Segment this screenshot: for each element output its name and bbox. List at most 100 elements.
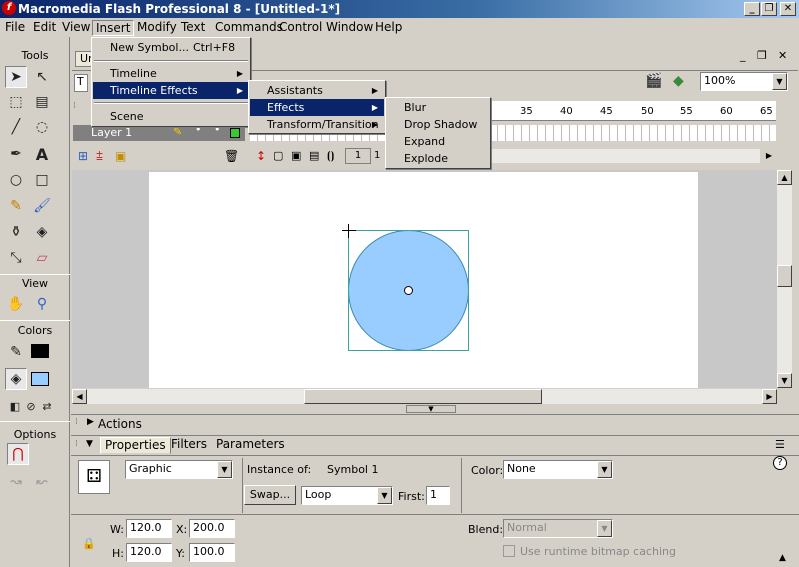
modify-onion-markers-icon[interactable]: ⦗⦘: [327, 149, 334, 163]
straighten-icon[interactable]: ↜: [31, 471, 53, 493]
panel-options-menu-icon[interactable]: ☰: [775, 438, 785, 451]
menu-insert[interactable]: Insert: [92, 20, 135, 36]
eyedropper-tool-icon[interactable]: ⤡: [5, 247, 27, 269]
menu-modify[interactable]: Modify: [134, 20, 180, 36]
edit-scene-icon[interactable]: 🎬: [645, 73, 662, 89]
scene-tab[interactable]: T: [74, 74, 88, 92]
chevron-down-icon[interactable]: ▼: [597, 461, 612, 478]
chevron-down-icon[interactable]: ▼: [217, 461, 232, 478]
grip-icon[interactable]: ⁞: [73, 101, 81, 117]
chevron-down-icon[interactable]: ▼: [772, 73, 787, 90]
insert-folder-icon[interactable]: ▣: [115, 149, 126, 163]
brush-tool-icon[interactable]: 🖌: [31, 195, 53, 217]
lasso-tool-icon[interactable]: ◌: [31, 116, 53, 138]
width-input[interactable]: 120.0: [126, 519, 172, 538]
menu-item-drop-shadow[interactable]: Drop Shadow: [387, 116, 489, 133]
menu-text[interactable]: Text: [178, 20, 208, 36]
menu-item-transform-transition[interactable]: Transform/Transition ▶: [250, 116, 384, 133]
grip-icon[interactable]: ⁞: [75, 439, 78, 449]
edit-multiple-frames-icon[interactable]: ▤: [309, 149, 319, 162]
pencil-tool-icon[interactable]: ✎: [5, 195, 27, 217]
actions-panel[interactable]: ⁞ ▶ Actions: [71, 414, 799, 433]
doc-restore-icon[interactable]: ❐: [757, 49, 767, 62]
color-effect-select[interactable]: None ▼: [503, 460, 613, 479]
swap-colors-icon[interactable]: ⇄: [36, 395, 58, 417]
gradient-transform-tool-icon[interactable]: ▤: [31, 91, 53, 113]
eraser-tool-icon[interactable]: ▱: [31, 247, 53, 269]
menu-commands[interactable]: Commands: [212, 20, 286, 36]
timeline-hscroll[interactable]: [490, 149, 760, 163]
menu-item-new-symbol[interactable]: New Symbol... Ctrl+F8: [93, 39, 249, 56]
smooth-icon[interactable]: ↝: [5, 471, 27, 493]
text-tool-icon[interactable]: A: [31, 143, 53, 165]
onion-skin-outlines-icon[interactable]: ▣: [291, 149, 301, 162]
close-button[interactable]: ✕: [780, 2, 796, 16]
height-input[interactable]: 120.0: [126, 543, 172, 562]
chevron-down-icon[interactable]: ▼: [597, 520, 612, 537]
lock-aspect-icon[interactable]: 🔒: [82, 537, 96, 550]
menu-item-timeline[interactable]: Timeline ▶: [93, 65, 249, 82]
grip-icon[interactable]: ⁞: [75, 417, 78, 427]
expand-arrow-icon[interactable]: ▶: [87, 417, 94, 427]
menu-item-explode[interactable]: Explode: [387, 150, 489, 167]
menu-item-scene[interactable]: Scene: [93, 108, 249, 125]
pen-tool-icon[interactable]: ✒: [5, 143, 27, 165]
zoom-tool-icon[interactable]: ⚲: [31, 293, 53, 315]
vscroll-thumb[interactable]: [777, 265, 792, 287]
stage-vscroll[interactable]: ▲ ▼: [777, 170, 792, 388]
zoom-field[interactable]: 100% ▼: [700, 72, 788, 91]
stage-hscroll[interactable]: ◀ ▶: [72, 389, 777, 404]
menu-item-blur[interactable]: Blur: [387, 99, 489, 116]
snap-to-objects-icon[interactable]: ⋂: [7, 443, 29, 465]
menu-view[interactable]: View: [59, 20, 93, 36]
expand-panel-icon[interactable]: ▲: [779, 553, 786, 563]
restore-button[interactable]: ❐: [761, 2, 777, 16]
ink-bottle-tool-icon[interactable]: ⚱: [5, 221, 27, 243]
menu-help[interactable]: Help: [372, 20, 405, 36]
scroll-right-icon[interactable]: ▶: [762, 389, 777, 404]
menu-control[interactable]: Control: [276, 20, 325, 36]
doc-minimize-icon[interactable]: _: [740, 49, 746, 62]
onion-skin-icon[interactable]: ▢: [273, 149, 283, 162]
menu-file[interactable]: File: [2, 20, 28, 36]
doc-close-icon[interactable]: ✕: [778, 49, 787, 62]
y-input[interactable]: 100.0: [189, 543, 235, 562]
layer-row[interactable]: Layer 1 ✎ • •: [73, 123, 245, 141]
subselection-tool-icon[interactable]: ↖: [31, 66, 53, 88]
free-transform-tool-icon[interactable]: ⬚: [5, 91, 27, 113]
add-motion-guide-icon[interactable]: ⩲: [96, 149, 103, 164]
tab-parameters[interactable]: Parameters: [212, 437, 289, 454]
menu-item-expand[interactable]: Expand: [387, 133, 489, 150]
delete-layer-icon[interactable]: 🗑: [224, 149, 239, 163]
menu-item-timeline-effects[interactable]: Timeline Effects ▶: [93, 82, 249, 99]
help-icon[interactable]: ?: [773, 456, 787, 470]
timeline-scroll-right-icon[interactable]: ▶: [762, 149, 776, 163]
scroll-down-icon[interactable]: ▼: [777, 373, 792, 388]
collapse-arrow-icon[interactable]: ▼: [86, 439, 93, 449]
stroke-color-swatch[interactable]: [31, 344, 49, 358]
minimize-button[interactable]: _: [744, 2, 760, 16]
tab-properties[interactable]: Properties: [100, 437, 171, 454]
fill-color-swatch[interactable]: [31, 372, 49, 386]
symbol-behavior-select[interactable]: Graphic ▼: [125, 460, 233, 479]
hscroll-thumb[interactable]: [304, 389, 542, 404]
menu-window[interactable]: Window: [323, 20, 376, 36]
oval-tool-icon[interactable]: ○: [5, 169, 27, 191]
panel-collapse-icon[interactable]: ▼: [406, 405, 456, 413]
scroll-up-icon[interactable]: ▲: [777, 170, 792, 185]
center-frame-icon[interactable]: ↕: [256, 149, 266, 163]
blend-select[interactable]: Normal ▼: [503, 519, 613, 538]
edit-symbols-icon[interactable]: ◆: [673, 73, 684, 89]
rectangle-tool-icon[interactable]: □: [31, 169, 53, 191]
selection-tool-icon[interactable]: ➤: [5, 66, 27, 88]
loop-select[interactable]: Loop ▼: [301, 486, 393, 505]
line-tool-icon[interactable]: ╱: [5, 116, 27, 138]
chevron-down-icon[interactable]: ▼: [377, 487, 392, 504]
menu-edit[interactable]: Edit: [30, 20, 59, 36]
menu-item-assistants[interactable]: Assistants ▶: [250, 82, 384, 99]
paint-bucket-tool-icon[interactable]: ◈: [31, 221, 53, 243]
scroll-left-icon[interactable]: ◀: [72, 389, 87, 404]
insert-layer-icon[interactable]: ⊞: [78, 149, 88, 163]
first-frame-input[interactable]: 1: [426, 486, 450, 505]
x-input[interactable]: 200.0: [189, 519, 235, 538]
